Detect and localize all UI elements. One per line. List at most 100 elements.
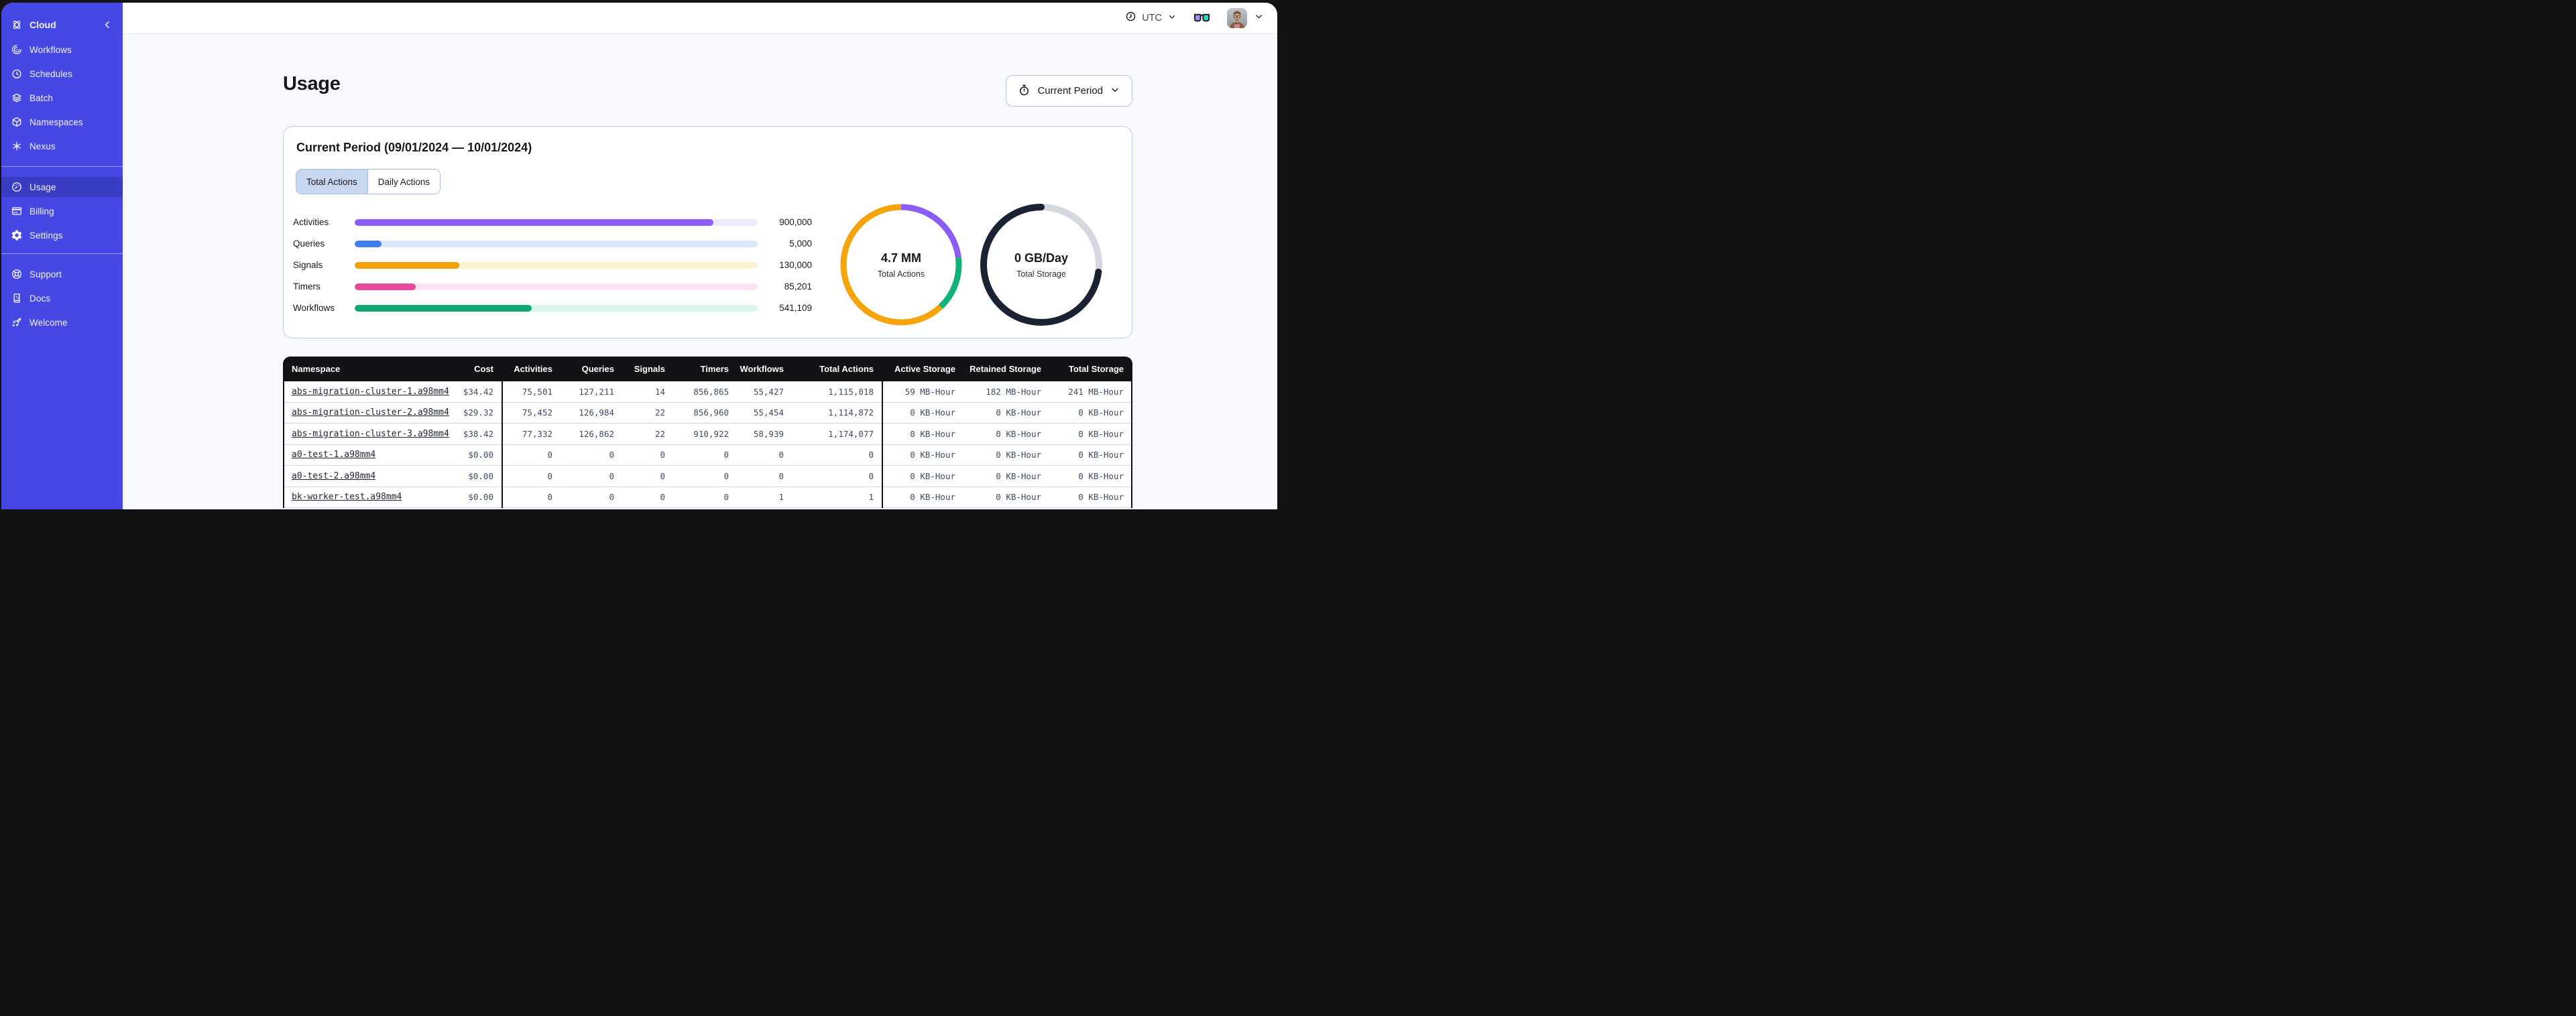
namespace-link[interactable]: a0-test-2.a98mm4 — [292, 471, 375, 481]
billing-icon — [11, 205, 23, 217]
table-cell: 0 — [660, 470, 665, 481]
bar-chart-row: Workflows 541,109 — [293, 300, 812, 316]
table-cell: 0 — [868, 470, 874, 481]
schedules-icon — [11, 68, 23, 80]
table-body: abs-migration-cluster-1.a98mm4 $34.42 75,5… — [283, 381, 1132, 508]
docs-icon — [11, 292, 23, 304]
sidebar-divider — [1, 253, 123, 254]
table-cell: 0 — [660, 492, 665, 503]
sidebar: Cloud Workflows Schedules Batch Namespac… — [1, 3, 123, 509]
table-cell: $0.00 — [468, 470, 493, 481]
table-cell: 126,862 — [579, 428, 614, 439]
table-row: a0-test-1.a98mm4 $0.00 0 0 0 0 0 0 0 KB-Hour 0 KB… — [283, 444, 1132, 466]
table-cell: $34.42 — [463, 386, 493, 397]
table-cell: 55,454 — [753, 407, 784, 418]
sidebar-item-usage[interactable]: Usage — [1, 177, 123, 197]
sidebar-item-workflows[interactable]: Workflows — [1, 40, 123, 60]
namespace-link[interactable]: abs-migration-cluster-3.a98mm4 — [292, 429, 449, 439]
bar-chart-row: Queries 5,000 — [293, 236, 812, 251]
sidebar-item-label: Schedules — [30, 68, 72, 79]
sidebar-item-schedules[interactable]: Schedules — [1, 64, 123, 84]
table-group-divider — [502, 381, 503, 508]
sidebar-item-support[interactable]: Support — [1, 264, 123, 284]
table-cell: 0 — [778, 450, 784, 460]
bar-track — [355, 283, 758, 290]
table-cell: 0 KB-Hour — [1078, 428, 1124, 439]
namespace-link[interactable]: abs-migration-cluster-2.a98mm4 — [292, 407, 449, 418]
sidebar-collapse-chevron-left-icon[interactable] — [101, 19, 113, 31]
table-cell: 75,501 — [522, 386, 552, 397]
table-cell: 0 KB-Hour — [1078, 470, 1124, 481]
namespace-link[interactable]: abs-migration-cluster-1.a98mm4 — [292, 387, 449, 397]
table-cell: 0 KB-Hour — [996, 492, 1041, 503]
table-cell: 0 KB-Hour — [910, 492, 955, 503]
topbar: UTC — [123, 3, 1277, 34]
bar-fill — [355, 240, 382, 247]
sidebar-item-nexus[interactable]: Nexus — [1, 136, 123, 156]
table-row: abs-migration-cluster-1.a98mm4 $34.42 75,5… — [283, 381, 1132, 403]
sidebar-item-billing[interactable]: Billing — [1, 201, 123, 221]
app-window: Cloud Workflows Schedules Batch Namespac… — [1, 3, 1277, 509]
table-cell: 0 KB-Hour — [910, 428, 955, 439]
table-cell: 0 KB-Hour — [910, 407, 955, 418]
column-header: Total Actions — [819, 364, 874, 374]
table-row: abs-migration-cluster-2.a98mm4 $29.32 75,4… — [283, 402, 1132, 424]
table-cell: 77,332 — [522, 428, 552, 439]
namespace-usage-table: Namespace Cost Activities Queries Signals Tim… — [283, 357, 1132, 508]
total-storage-donut-chart: 0 GB/Day Total Storage — [980, 203, 1103, 326]
table-row: abs-migration-cluster-3.a98mm4 $38.42 77,3… — [283, 424, 1132, 445]
column-header: Cost — [474, 364, 493, 374]
settings-icon — [11, 229, 23, 241]
table-cell: 0 — [723, 470, 729, 481]
namespace-link[interactable]: a0-test-1.a98mm4 — [292, 450, 375, 460]
batch-icon — [11, 92, 23, 104]
welcome-icon — [11, 316, 23, 328]
namespace-link[interactable]: bk-worker-test.a98mm4 — [292, 492, 402, 502]
column-header: Total Storage — [1068, 364, 1124, 374]
column-header: Active Storage — [894, 364, 955, 374]
tab-daily-actions[interactable]: Daily Actions — [367, 170, 441, 194]
table-cell: 1 — [778, 492, 784, 503]
column-header: Timers — [700, 364, 729, 374]
timezone-selector[interactable]: UTC — [1125, 11, 1177, 25]
sidebar-item-batch[interactable]: Batch — [1, 88, 123, 108]
bar-label: Timers — [293, 281, 320, 292]
bar-value: 130,000 — [779, 260, 812, 270]
bar-value: 900,000 — [779, 217, 812, 227]
column-header: Namespace — [292, 364, 341, 374]
brand-label: Cloud — [30, 19, 56, 30]
table-cell: 127,211 — [579, 386, 614, 397]
nerd-glasses-icon[interactable] — [1193, 13, 1211, 23]
table-cell: 22 — [654, 428, 665, 439]
table-cell: 14 — [654, 386, 665, 397]
bar-label: Workflows — [293, 303, 335, 313]
sidebar-brand: Cloud — [1, 16, 123, 34]
table-cell: 1 — [868, 492, 874, 503]
table-cell: 22 — [654, 407, 665, 418]
timezone-label: UTC — [1142, 13, 1162, 23]
sidebar-item-welcome[interactable]: Welcome — [1, 312, 123, 332]
bar-value: 85,201 — [784, 281, 812, 292]
sidebar-item-label: Workflows — [30, 44, 72, 55]
table-cell: 182 MB-Hour — [986, 386, 1041, 397]
sidebar-item-label: Namespaces — [30, 117, 83, 127]
table-cell: $29.32 — [463, 407, 493, 418]
sidebar-item-namespaces[interactable]: Namespaces — [1, 112, 123, 132]
bar-track — [355, 240, 758, 247]
table-cell: 0 — [609, 470, 614, 481]
table-cell: 0 KB-Hour — [910, 450, 955, 460]
sidebar-item-settings[interactable]: Settings — [1, 225, 123, 245]
table-cell: 0 KB-Hour — [910, 470, 955, 481]
table-cell: $0.00 — [468, 492, 493, 503]
user-menu[interactable] — [1227, 8, 1264, 28]
sidebar-item-label: Batch — [30, 92, 54, 103]
table-cell: 0 — [547, 450, 552, 460]
stopwatch-icon — [1018, 84, 1031, 99]
main-content: Usage Current Period Current Period (09/… — [123, 34, 1277, 509]
temporal-cloud-logo-icon — [11, 19, 23, 31]
table-cell: 0 — [609, 492, 614, 503]
sidebar-item-docs[interactable]: Docs — [1, 288, 123, 308]
bar-label: Signals — [293, 260, 323, 270]
tab-total-actions[interactable]: Total Actions — [296, 170, 367, 194]
period-selector-button[interactable]: Current Period — [1006, 75, 1132, 107]
